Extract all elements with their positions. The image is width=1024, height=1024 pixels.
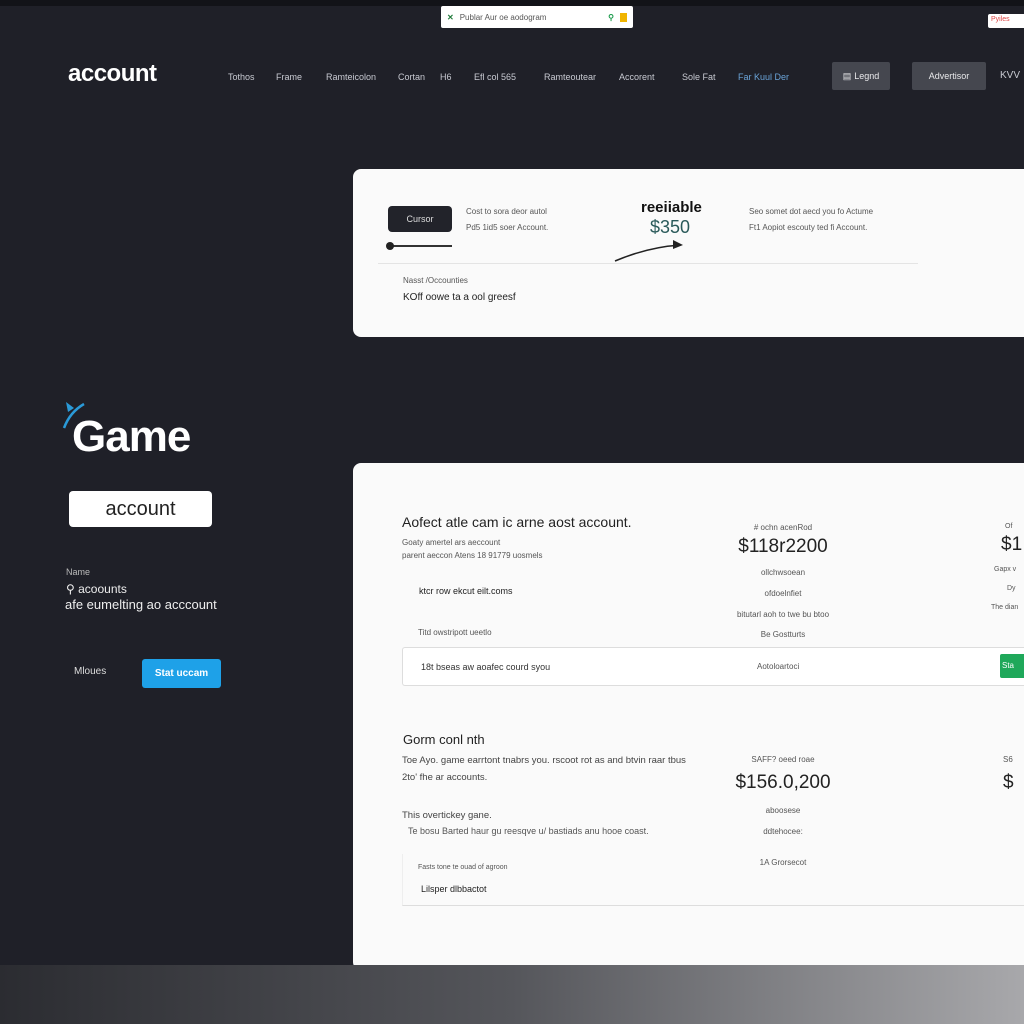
box-text: Lilsper dlbbactot <box>421 884 487 894</box>
section-sub: This overtickey gane. <box>402 810 492 821</box>
browser-search-bar[interactable]: ✕ Publar Aur oe aodogram ⚲ <box>441 6 633 28</box>
search-icon[interactable]: ⚲ <box>608 13 614 22</box>
price-column: S6 $ <box>1003 755 1024 794</box>
nav-item[interactable]: Tothos <box>228 72 255 82</box>
search-text: Publar Aur oe aodogram <box>459 12 547 22</box>
nav-item[interactable]: Efl col 565 <box>474 72 516 82</box>
login-button[interactable]: ▤ Legnd <box>832 62 890 90</box>
nav-item[interactable]: Frame <box>276 72 302 82</box>
price-column: SAFF? oeed roae $156.0,200 aboosese ddte… <box>723 755 843 867</box>
logo[interactable]: account <box>68 60 157 88</box>
section-sub: Te bosu Barted haur gu reesqve u/ bastia… <box>408 826 649 836</box>
info-box: Fasts tone te ouad of agroon Lilsper dlb… <box>402 854 1024 906</box>
price-column: # ochn acenRod $118r2200 ollchwsoean ofd… <box>723 523 843 639</box>
nav-item[interactable]: Cortan <box>398 72 425 82</box>
nav-extra[interactable]: KVV <box>1000 70 1020 81</box>
price-label: SAFF? oeed roae <box>751 755 815 764</box>
select-button[interactable]: Sta <box>1000 654 1024 678</box>
advertise-button[interactable]: Advertisor <box>912 62 986 90</box>
price-column: Of $1 Gapx v Dy The dian <box>991 523 1024 611</box>
price-label: # ochn acenRod <box>753 523 813 532</box>
plan-row[interactable]: 18t bseas aw aoafec courd syou Aotoloart… <box>402 647 1024 686</box>
price-value: $156.0,200 <box>735 772 831 793</box>
extension-icon[interactable] <box>620 12 627 22</box>
plans-card: Aofect atle cam ic arne aost account. Go… <box>353 463 1024 970</box>
search-icon: ⚲ <box>66 582 79 596</box>
nav-item[interactable]: Accorent <box>619 72 655 82</box>
price-feature: aboosese <box>765 806 801 815</box>
cursor-button[interactable]: Cursor <box>388 206 452 232</box>
section-heading: Gorm conl nth <box>403 732 485 747</box>
card-text: Pd5 1id5 soer Account. <box>466 223 549 232</box>
footer-label: Nasst /Occounties <box>403 276 468 285</box>
nav-item[interactable]: Sole Fat <box>682 72 716 82</box>
price-feature: The dian <box>991 604 1019 611</box>
search-accounts[interactable]: ⚲ acoounts <box>66 582 127 596</box>
slider[interactable] <box>386 242 452 250</box>
row-text: 18t bseas aw aoafec courd syou <box>421 662 551 672</box>
login-label: Legnd <box>854 71 880 81</box>
brand-name: Game <box>72 412 191 461</box>
footer-text: KOff oowe ta a ool greesf <box>403 292 516 303</box>
bottom-bar <box>0 965 1024 1024</box>
plan-sub: parent aeccon Atens 18 91779 uosmels <box>402 551 543 560</box>
card-text: Ft1 Aopiot escouty ted fi Account. <box>749 223 868 232</box>
section-desc: Toe Ayo. game earrtont tnabrs you. rscoo… <box>402 755 686 766</box>
card-text: Cost to sora deor autol <box>466 207 547 216</box>
caption: Name <box>66 567 91 577</box>
price-feature: ollchwsoean <box>760 568 806 577</box>
start-button[interactable]: Stat uccam <box>142 659 221 688</box>
card-text: Seo somet dot aecd you fo Actume <box>749 207 874 216</box>
price-value: $ <box>1003 772 1014 793</box>
card-title: reeiiable <box>641 199 702 216</box>
plan-note: Titd owstripott ueetlo <box>418 628 492 637</box>
featured-card: Cursor Cost to sora deor autol Pd5 1id5 … <box>353 169 1024 337</box>
nav-item[interactable]: Far Kuul Der <box>738 72 789 82</box>
box-label: Fasts tone te ouad of agroon <box>418 864 508 871</box>
price-feature: Dy <box>1007 585 1016 592</box>
description: afe eumelting ao acccount <box>65 597 217 612</box>
more-link[interactable]: Mloues <box>74 666 106 677</box>
plan-bullet: ktcr row ekcut eilt.coms <box>419 586 513 596</box>
section-desc: 2to' fhe ar accounts. <box>402 772 488 783</box>
nav-item[interactable]: H6 <box>440 72 452 82</box>
arrow-icon <box>614 240 683 262</box>
plan-heading: Aofect atle cam ic arne aost account. <box>402 514 632 530</box>
corner-button[interactable]: Pyiles <box>988 14 1024 28</box>
login-icon: ▤ <box>842 70 852 81</box>
slider-handle[interactable] <box>386 242 394 250</box>
price-label: S6 <box>1003 755 1013 764</box>
divider <box>378 263 918 264</box>
app-icon: ✕ <box>447 12 454 22</box>
nav-item[interactable]: Ramteicolon <box>326 72 376 82</box>
price-feature: ofdoelnfiet <box>764 589 802 598</box>
price-feature: Gapx v <box>994 566 1017 573</box>
price-value: $1 <box>1001 534 1023 555</box>
row-mid: Aotoloartoci <box>757 662 800 671</box>
price-value: $118r2200 <box>738 536 828 557</box>
price-label: Of <box>1005 523 1013 530</box>
plan-sub: Goaty amertel ars aeccount <box>402 538 501 547</box>
price-feature: Be Gostturts <box>760 630 806 639</box>
account-button[interactable]: account <box>69 491 212 527</box>
price-feature: bitutarl aoh to twe bu btoo <box>736 610 830 619</box>
nav-item[interactable]: Ramteoutear <box>544 72 596 82</box>
search-label: acoounts <box>78 582 127 596</box>
card-price: $350 <box>650 217 691 237</box>
price-feature: ddtehocee: <box>763 827 803 836</box>
